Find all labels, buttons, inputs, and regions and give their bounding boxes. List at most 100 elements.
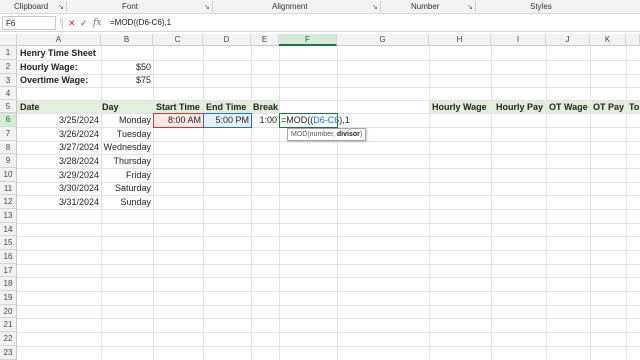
row-header-23[interactable]: 23 [0, 346, 17, 360]
row-header-12[interactable]: 12 [0, 195, 17, 209]
column-header-a[interactable]: A [17, 34, 101, 46]
gridline [251, 46, 252, 360]
gridline [17, 332, 640, 333]
tooltip-close: ) [359, 131, 363, 138]
column-header-i[interactable]: I [491, 34, 546, 46]
header-day[interactable]: Day [100, 101, 121, 113]
row-header-14[interactable]: 14 [0, 223, 17, 236]
column-header-b[interactable]: B [101, 34, 153, 46]
day-b6[interactable]: Monday [101, 114, 153, 126]
spreadsheet-grid[interactable]: A B C D E F G H I J K 1 2 3 4 5 6 7 8 9 … [0, 34, 640, 360]
row-header-9[interactable]: 9 [0, 154, 17, 168]
day-b11[interactable]: Saturday [101, 182, 153, 194]
clipboard-launcher-icon[interactable]: ↘ [58, 3, 64, 11]
formula-edit-suffix: ),1 [339, 115, 350, 125]
gridline [17, 87, 640, 88]
column-header-c[interactable]: C [153, 34, 203, 46]
row-header-5[interactable]: 5 [0, 100, 17, 113]
select-all-corner[interactable] [0, 34, 17, 46]
row-header-1[interactable]: 1 [0, 46, 17, 60]
gridline [429, 46, 430, 360]
date-a10[interactable]: 3/29/2024 [17, 169, 101, 181]
sheet-title[interactable]: Henry Time Sheet [18, 47, 98, 59]
header-ot-pay[interactable]: OT Pay [591, 101, 626, 113]
row-header-6[interactable]: 6 [0, 113, 17, 127]
alignment-launcher-icon[interactable]: ↘ [372, 3, 378, 11]
gridline [17, 346, 640, 347]
day-b12[interactable]: Sunday [101, 196, 153, 208]
row-header-10[interactable]: 10 [0, 168, 17, 182]
row-header-8[interactable]: 8 [0, 141, 17, 154]
row-header-19[interactable]: 19 [0, 291, 17, 305]
formula-bar: F6 ⋮ ✕ ✓ fx =MOD((D6-C6),1 [0, 14, 640, 32]
row-header-7[interactable]: 7 [0, 127, 17, 141]
column-header-k[interactable]: K [590, 34, 626, 46]
end-time-d6[interactable]: 5:00 PM [203, 114, 251, 126]
day-b7[interactable]: Tuesday [101, 128, 153, 140]
row-header-11[interactable]: 11 [0, 182, 17, 195]
row-header-2[interactable]: 2 [0, 60, 17, 74]
row-header-21[interactable]: 21 [0, 318, 17, 332]
header-hourly-wage[interactable]: Hourly Wage [430, 101, 489, 113]
number-launcher-icon[interactable]: ↘ [467, 3, 473, 11]
row-header-3[interactable]: 3 [0, 74, 17, 87]
function-tooltip[interactable]: MOD(number, divisor) [287, 128, 367, 141]
start-time-c6[interactable]: 8:00 AM [153, 114, 203, 126]
gridline [153, 46, 154, 360]
row-header-16[interactable]: 16 [0, 250, 17, 264]
gridline [17, 277, 640, 278]
formula-input[interactable]: =MOD((D6-C6),1 [110, 17, 171, 29]
formula-bar-separator [62, 17, 63, 29]
hourly-wage-value[interactable]: $50 [101, 61, 153, 73]
name-box[interactable]: F6 [2, 16, 56, 30]
formula-edit-prefix: =MOD(( [281, 115, 314, 125]
row-header-13[interactable]: 13 [0, 209, 17, 223]
date-a12[interactable]: 3/31/2024 [17, 196, 101, 208]
header-ot-wage[interactable]: OT Wage [547, 101, 590, 113]
day-b10[interactable]: Friday [101, 169, 153, 181]
gridline [17, 250, 640, 251]
gridline [17, 291, 640, 292]
row-header-18[interactable]: 18 [0, 277, 17, 291]
ribbon-separator [380, 1, 381, 12]
row-header-4[interactable]: 4 [0, 87, 17, 100]
formula-edit-f6[interactable]: =MOD((D6-C6),1 [279, 114, 352, 126]
date-a9[interactable]: 3/28/2024 [17, 155, 101, 167]
column-header-f[interactable]: F [279, 34, 337, 46]
day-b9[interactable]: Thursday [101, 155, 153, 167]
header-total[interactable]: To [627, 101, 640, 113]
column-header-h[interactable]: H [429, 34, 491, 46]
formula-edit-reference: D6-C6 [313, 115, 340, 125]
header-date[interactable]: Date [18, 101, 42, 113]
row-header-15[interactable]: 15 [0, 236, 17, 250]
enter-icon[interactable]: ✓ [80, 17, 88, 29]
header-hourly-pay[interactable]: Hourly Pay [494, 101, 545, 113]
column-header-l[interactable] [626, 34, 640, 46]
hourly-wage-label[interactable]: Hourly Wage: [18, 61, 80, 73]
header-end-time[interactable]: End Time [204, 101, 248, 113]
break-e6[interactable]: 1:00 [251, 114, 279, 126]
row-header-17[interactable]: 17 [0, 264, 17, 277]
date-a11[interactable]: 3/30/2024 [17, 182, 101, 194]
date-a7[interactable]: 3/26/2024 [17, 128, 101, 140]
column-header-e[interactable]: E [251, 34, 279, 46]
column-header-g[interactable]: G [337, 34, 429, 46]
header-start-time[interactable]: Start Time [154, 101, 202, 113]
tooltip-current-arg: divisor [336, 131, 360, 138]
column-header-j[interactable]: J [546, 34, 590, 46]
date-a6[interactable]: 3/25/2024 [17, 114, 101, 126]
header-break[interactable]: Break [251, 101, 280, 113]
day-b8[interactable]: Wednesday [101, 141, 153, 153]
date-a8[interactable]: 3/27/2024 [17, 141, 101, 153]
row-header-22[interactable]: 22 [0, 332, 17, 346]
insert-function-icon[interactable]: fx [93, 17, 101, 29]
gridline [337, 46, 338, 360]
cancel-icon[interactable]: ✕ [68, 17, 76, 29]
overtime-wage-label[interactable]: Overtime Wage: [18, 74, 90, 86]
font-launcher-icon[interactable]: ↘ [204, 3, 210, 11]
overtime-wage-value[interactable]: $75 [101, 74, 153, 86]
column-header-d[interactable]: D [203, 34, 251, 46]
row-header-20[interactable]: 20 [0, 305, 17, 318]
gridline [626, 46, 627, 360]
ribbon-separator [212, 1, 213, 12]
